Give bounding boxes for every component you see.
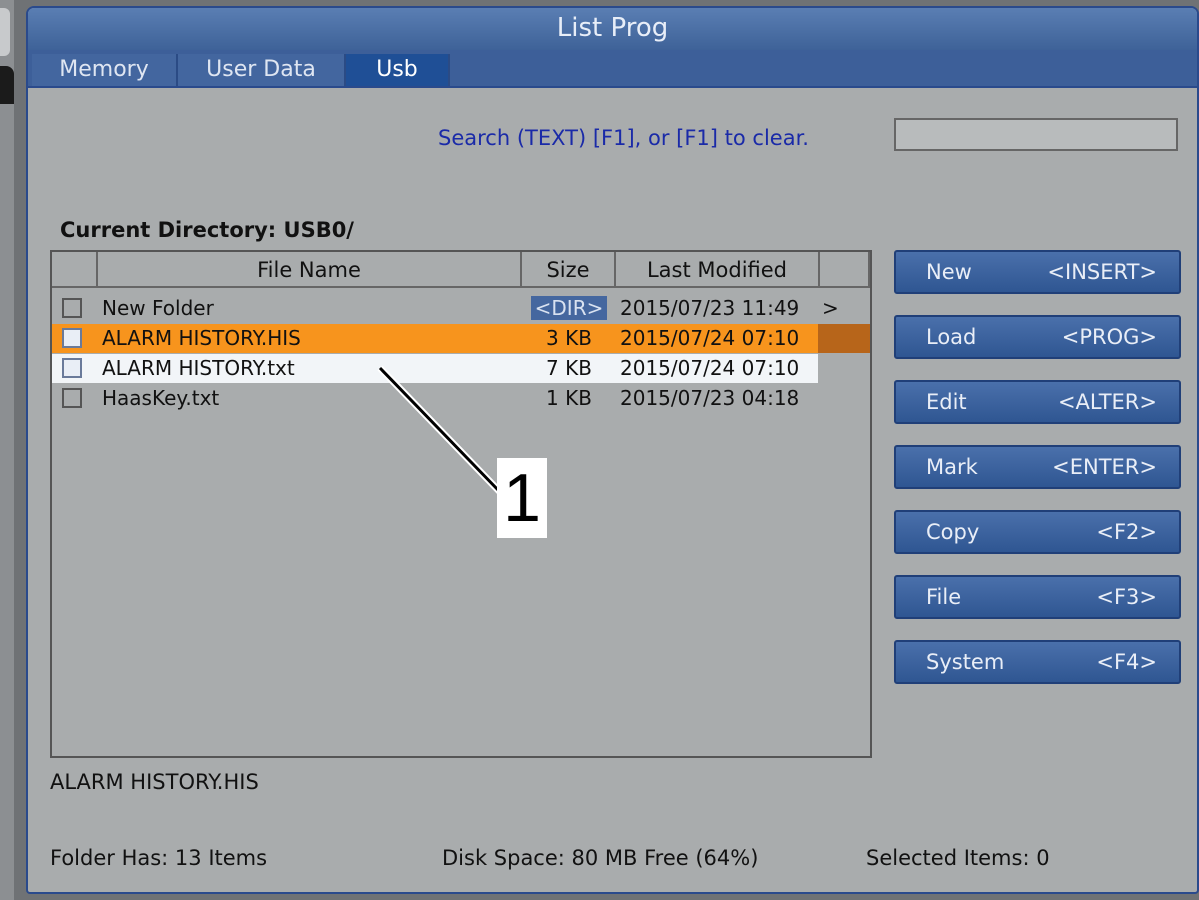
callout-number: 1 xyxy=(503,460,541,536)
callout-leader-line xyxy=(377,365,503,495)
